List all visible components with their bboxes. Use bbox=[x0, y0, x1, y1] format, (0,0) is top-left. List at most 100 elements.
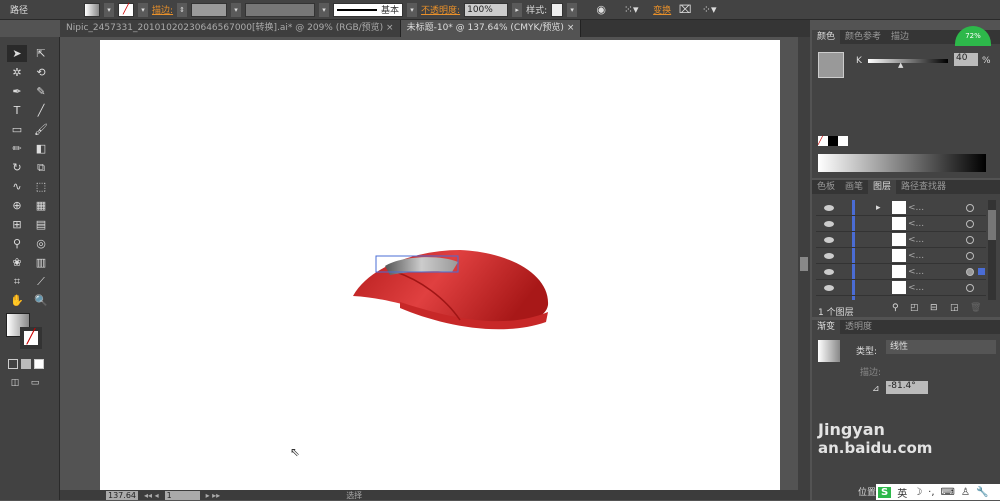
white-swatch[interactable] bbox=[838, 136, 848, 146]
rotate-icon[interactable]: ↻ bbox=[7, 159, 27, 176]
slice-tool-icon[interactable]: ⟋ bbox=[31, 273, 51, 290]
doc-tab-2[interactable]: 未标题-10* @ 137.64% (CMYK/预览) × bbox=[400, 20, 582, 37]
selection-tool-icon[interactable]: ➤ bbox=[7, 45, 27, 62]
sogou-logo-icon[interactable]: S bbox=[878, 486, 892, 498]
layer-row[interactable]: <... bbox=[816, 280, 986, 296]
stroke-swatch-large[interactable]: ╱ bbox=[20, 327, 42, 349]
target-icon[interactable] bbox=[966, 219, 974, 228]
hand-tool-icon[interactable]: ✋ bbox=[7, 292, 27, 309]
tab-transparency[interactable]: 透明度 bbox=[840, 320, 877, 334]
artboard-tool-icon[interactable]: ⌗ bbox=[7, 273, 27, 290]
stroke-label[interactable]: 描边: bbox=[152, 3, 173, 16]
angle-field[interactable]: -81.4° bbox=[886, 381, 928, 394]
eyedropper-icon[interactable]: ⚲ bbox=[7, 235, 27, 252]
gradient-tool-icon[interactable]: ▤ bbox=[31, 216, 51, 233]
moon-icon[interactable]: ☽ bbox=[913, 487, 922, 498]
expand-arrow-icon[interactable]: ▸ bbox=[876, 203, 881, 213]
eraser-icon[interactable]: ◧ bbox=[31, 140, 51, 157]
opacity-dropdown[interactable]: ▸ bbox=[512, 2, 523, 17]
stroke-dropdown[interactable]: ▾ bbox=[138, 2, 148, 17]
tab-stroke[interactable]: 描边 bbox=[886, 30, 914, 44]
blend-icon[interactable]: ◎ bbox=[31, 235, 51, 252]
recolor-icon[interactable]: ◉ bbox=[591, 1, 611, 18]
target-icon[interactable] bbox=[966, 203, 974, 212]
k-value-field[interactable]: 40 bbox=[954, 53, 978, 66]
none-swatch[interactable]: ╱ bbox=[818, 136, 828, 146]
rectangle-tool-icon[interactable]: ▭ bbox=[7, 121, 27, 138]
variable-width-field[interactable] bbox=[245, 2, 316, 17]
visibility-eye-icon[interactable] bbox=[824, 204, 834, 211]
pen-tool-icon[interactable]: ✒ bbox=[7, 83, 27, 100]
fill-stroke-swatches[interactable]: ╱ bbox=[6, 313, 59, 353]
paintbrush-icon[interactable]: 🖌 bbox=[31, 121, 51, 138]
shape-builder-icon[interactable]: ⊕ bbox=[7, 197, 27, 214]
gradient-preview-swatch[interactable] bbox=[818, 340, 840, 362]
doc-tab-1[interactable]: Nipic_2457331_20101020230646567000[转换].a… bbox=[60, 20, 401, 37]
free-transform-icon[interactable]: ⬚ bbox=[31, 178, 51, 195]
visibility-eye-icon[interactable] bbox=[824, 284, 834, 291]
visibility-eye-icon[interactable] bbox=[824, 268, 834, 275]
artboard[interactable]: ⇖ bbox=[100, 40, 780, 490]
transform-label[interactable]: 变换 bbox=[653, 3, 671, 16]
stroke-weight-dropdown[interactable]: ▾ bbox=[231, 2, 242, 17]
symbol-sprayer-icon[interactable]: ❀ bbox=[7, 254, 27, 271]
screen-mode-icon[interactable]: ▭ bbox=[25, 375, 45, 392]
warp-icon[interactable]: ∿ bbox=[7, 178, 27, 195]
punctuation-icon[interactable]: ·, bbox=[928, 487, 934, 498]
new-sublayer-icon[interactable]: ⊟ bbox=[930, 303, 938, 313]
tab-color[interactable]: 颜色 bbox=[812, 30, 841, 44]
tab-pathfinder[interactable]: 路径查找器 bbox=[896, 180, 951, 194]
skin-icon[interactable]: ♙ bbox=[961, 487, 970, 498]
brush-dropdown[interactable]: ▾ bbox=[407, 2, 418, 17]
style-dropdown[interactable]: ▾ bbox=[567, 2, 578, 17]
mesh-icon[interactable]: ⊞ bbox=[7, 216, 27, 233]
mouse-artwork[interactable] bbox=[100, 40, 780, 490]
none-mode-icon[interactable] bbox=[34, 359, 44, 369]
layers-scrollbar[interactable] bbox=[988, 200, 996, 300]
vertical-scrollbar[interactable] bbox=[798, 37, 810, 490]
select-similar-icon[interactable]: ⁘▾ bbox=[699, 1, 719, 18]
visibility-eye-icon[interactable] bbox=[824, 252, 834, 259]
stroke-weight-stepper[interactable]: ⇕ bbox=[177, 2, 188, 17]
gradient-mode-icon[interactable] bbox=[21, 359, 31, 369]
new-layer-icon[interactable]: ◲ bbox=[950, 303, 959, 313]
visibility-eye-icon[interactable] bbox=[824, 220, 834, 227]
current-color-swatch[interactable] bbox=[818, 52, 844, 78]
tab-swatches[interactable]: 色板 bbox=[812, 180, 840, 194]
align-icon[interactable]: ⁙▾ bbox=[621, 1, 641, 18]
close-icon[interactable]: × bbox=[386, 23, 394, 33]
layer-row[interactable]: <... bbox=[816, 248, 986, 264]
draw-mode-icon[interactable]: ◫ bbox=[8, 375, 22, 392]
wrench-icon[interactable]: 🔧 bbox=[976, 487, 988, 498]
tab-brushes[interactable]: 画笔 bbox=[840, 180, 868, 194]
make-clipping-mask-icon[interactable]: ◰ bbox=[910, 303, 919, 313]
stroke-swatch[interactable]: ╱ bbox=[118, 2, 134, 17]
type-tool-icon[interactable]: T bbox=[7, 102, 27, 119]
opacity-label[interactable]: 不透明度: bbox=[421, 3, 460, 16]
pencil-icon[interactable]: ✏ bbox=[7, 140, 27, 157]
direct-selection-tool-icon[interactable]: ⇱ bbox=[31, 45, 51, 62]
tab-gradient[interactable]: 渐变 bbox=[812, 320, 841, 334]
color-spectrum[interactable] bbox=[818, 154, 986, 172]
target-icon[interactable] bbox=[966, 267, 974, 276]
locate-object-icon[interactable]: ⚲ bbox=[892, 303, 899, 313]
keyboard-icon[interactable]: ⌨ bbox=[941, 487, 955, 498]
visibility-eye-icon[interactable] bbox=[824, 236, 834, 243]
perspective-icon[interactable]: ▦ bbox=[31, 197, 51, 214]
lasso-icon[interactable]: ⟲ bbox=[31, 64, 51, 81]
zoom-field[interactable]: 137.64 bbox=[106, 490, 138, 500]
target-icon[interactable] bbox=[966, 235, 974, 244]
zoom-tool-icon[interactable]: 🔍 bbox=[31, 292, 51, 309]
opacity-field[interactable]: 100% bbox=[464, 2, 509, 17]
graph-tool-icon[interactable]: ▥ bbox=[31, 254, 51, 271]
isolate-icon[interactable]: ⌧ bbox=[675, 1, 695, 18]
close-icon[interactable]: × bbox=[567, 23, 575, 33]
brush-field[interactable]: 基本 bbox=[333, 2, 404, 17]
type-select[interactable]: 线性 bbox=[886, 340, 996, 354]
delete-layer-icon[interactable]: 🗑 bbox=[970, 303, 981, 313]
line-tool-icon[interactable]: ╱ bbox=[31, 102, 51, 119]
tab-color-guide[interactable]: 颜色参考 bbox=[840, 30, 886, 44]
curvature-icon[interactable]: ✎ bbox=[31, 83, 51, 100]
scale-icon[interactable]: ⧉ bbox=[31, 159, 51, 176]
target-icon[interactable] bbox=[966, 251, 974, 260]
